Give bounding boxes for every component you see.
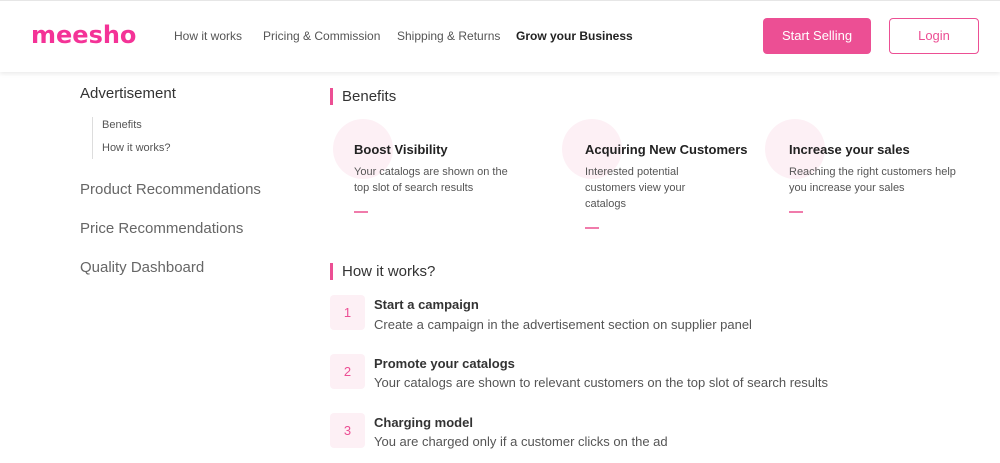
how-it-works-heading: How it works? [342,263,436,280]
step-title: Charging model [374,415,473,430]
sidebar-subitem-how-it-works[interactable]: How it works? [102,142,170,154]
sidebar-item-product-recommendations[interactable]: Product Recommendations [80,181,261,198]
section-accent-bar [330,263,333,280]
sidebar-item-advertisement[interactable]: Advertisement [80,85,176,102]
top-header: meesho How it works Pricing & Commission… [0,0,1000,72]
nav-grow-your-business[interactable]: Grow your Business [516,29,633,43]
step-description: You are charged only if a customer click… [374,434,668,449]
benefit-description: Your catalogs are shown on the top slot … [354,166,508,194]
nav-shipping-returns[interactable]: Shipping & Returns [397,29,500,43]
meesho-logo[interactable]: meesho [31,21,136,49]
benefit-title: Acquiring New Customers [585,142,748,157]
benefit-title: Boost Visibility [354,142,448,157]
nav-how-it-works[interactable]: How it works [174,29,242,43]
sidebar-sub-divider [92,117,93,159]
sidebar-item-price-recommendations[interactable]: Price Recommendations [80,220,243,237]
step-description: Your catalogs are shown to relevant cust… [374,375,829,390]
nav-pricing-commission[interactable]: Pricing & Commission [263,29,380,43]
sidebar-item-quality-dashboard[interactable]: Quality Dashboard [80,259,204,276]
benefit-dash [789,211,803,213]
start-selling-button[interactable]: Start Selling [763,18,871,54]
step-title: Promote your catalogs [374,356,515,371]
benefit-dash [354,211,368,213]
benefit-dash [585,227,599,229]
sidebar-subitem-benefits[interactable]: Benefits [102,119,142,131]
step-number-badge: 2 [330,354,365,389]
benefits-heading: Benefits [342,88,397,105]
login-button[interactable]: Login [889,18,979,54]
step-description: Create a campaign in the advertisement s… [374,317,752,332]
section-accent-bar [330,88,333,105]
step-title: Start a campaign [374,297,479,312]
step-number-badge: 3 [330,413,365,448]
benefit-title: Increase your sales [789,142,910,157]
benefit-description: Reaching the right customers help you in… [789,166,956,194]
step-number-badge: 1 [330,295,365,330]
benefit-description: Interested potential customers view your… [585,166,686,210]
